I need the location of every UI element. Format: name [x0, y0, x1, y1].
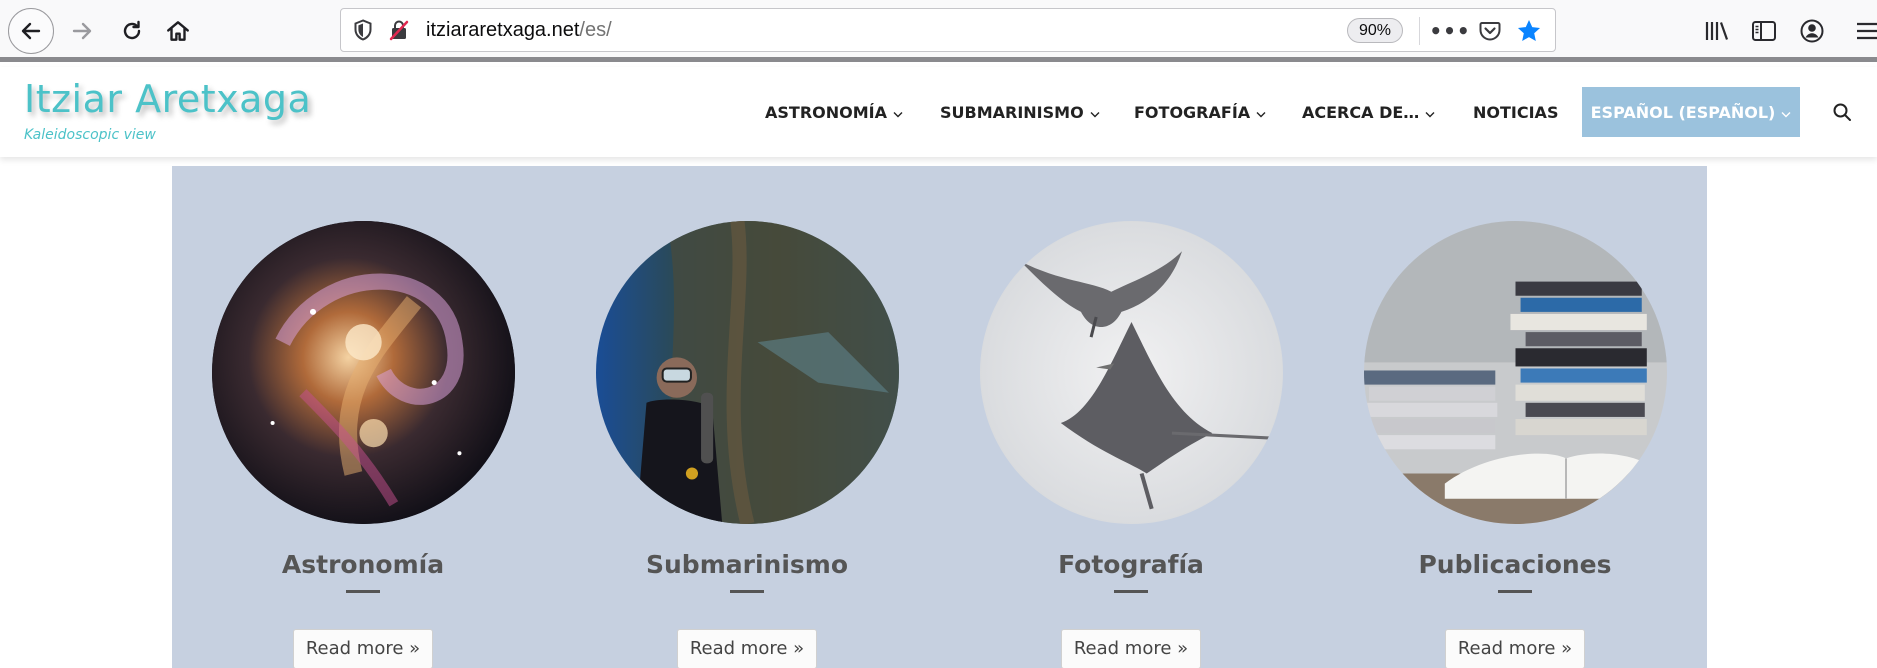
- forward-button[interactable]: [62, 11, 102, 51]
- read-more-button[interactable]: Read more »: [1445, 629, 1585, 668]
- card-title: Publicaciones: [1418, 550, 1612, 579]
- nav-item-noticias[interactable]: NOTICIAS: [1473, 87, 1558, 137]
- books-image[interactable]: [1364, 221, 1667, 524]
- arrow-left-icon: [21, 22, 41, 40]
- galaxy-image[interactable]: [212, 221, 515, 524]
- url-bar[interactable]: itziararetxaga.net/es/ 90% •••: [340, 8, 1556, 52]
- insecure-lock-icon[interactable]: [387, 18, 411, 42]
- site-tagline: Kaleidoscopic view: [24, 127, 156, 143]
- page-actions-button[interactable]: •••: [1429, 17, 1469, 45]
- chevron-down-icon: [1256, 103, 1266, 122]
- nav-item-acerca[interactable]: ACERCA DE…: [1302, 87, 1435, 137]
- hamburger-icon[interactable]: [1854, 14, 1877, 48]
- card-fotografia: Fotografía Read more »: [971, 166, 1291, 668]
- search-icon[interactable]: [1830, 100, 1854, 124]
- chevron-down-icon: [1090, 103, 1100, 122]
- site-logo[interactable]: Itziar Aretxaga: [24, 77, 311, 121]
- nav-item-label: ACERCA DE…: [1302, 102, 1420, 122]
- read-more-button[interactable]: Read more »: [1061, 629, 1201, 668]
- nav-item-astronomia[interactable]: ASTRONOMÍA: [765, 87, 903, 137]
- chevron-down-icon: [1781, 103, 1791, 122]
- card-divider: [346, 590, 380, 593]
- nav-item-label: FOTOGRAFÍA: [1134, 102, 1251, 122]
- content-panel: Astronomía Read more » Submarinismo Read…: [172, 166, 1707, 668]
- site-header: Itziar Aretxaga Kaleidoscopic view ASTRO…: [0, 67, 1877, 157]
- nav-item-label: NOTICIAS: [1473, 102, 1559, 122]
- card-divider: [1114, 590, 1148, 593]
- nav-item-submarinismo[interactable]: SUBMARINISMO: [940, 87, 1100, 137]
- zoom-indicator[interactable]: 90%: [1347, 18, 1403, 43]
- library-icon[interactable]: [1700, 14, 1734, 48]
- browser-toolbar: itziararetxaga.net/es/ 90% •••: [0, 0, 1877, 62]
- card-title: Fotografía: [1058, 550, 1204, 579]
- card-submarinismo: Submarinismo Read more »: [587, 166, 907, 668]
- back-button[interactable]: [8, 8, 54, 54]
- nav-item-label: SUBMARINISMO: [940, 102, 1084, 122]
- card-divider: [730, 590, 764, 593]
- card-divider: [1498, 590, 1532, 593]
- shield-icon[interactable]: [351, 18, 375, 42]
- nav-item-fotografia[interactable]: FOTOGRAFÍA: [1134, 87, 1266, 137]
- manta-ray-image[interactable]: [980, 221, 1283, 524]
- reload-icon: [123, 20, 141, 40]
- card-title: Astronomía: [281, 550, 445, 579]
- url-text[interactable]: itziararetxaga.net/es/: [426, 19, 612, 42]
- arrow-right-icon: [72, 22, 92, 40]
- home-button[interactable]: [158, 11, 198, 51]
- sidebar-icon[interactable]: [1747, 14, 1781, 48]
- url-domain: itziararetxaga.net: [426, 19, 580, 41]
- star-icon[interactable]: [1514, 17, 1544, 45]
- chevron-down-icon: [893, 103, 903, 122]
- url-bar-divider: [1419, 17, 1420, 45]
- card-title: Submarinismo: [646, 550, 848, 579]
- url-path: /es/: [579, 19, 612, 41]
- read-more-button[interactable]: Read more »: [293, 629, 433, 668]
- account-icon[interactable]: [1795, 14, 1829, 48]
- diver-image[interactable]: [596, 221, 899, 524]
- card-astronomia: Astronomía Read more »: [203, 166, 523, 668]
- language-switcher[interactable]: ESPAÑOL (ESPAÑOL): [1582, 87, 1800, 137]
- nav-item-label: ASTRONOMÍA: [765, 102, 887, 122]
- read-more-button[interactable]: Read more »: [677, 629, 817, 668]
- chevron-down-icon: [1425, 103, 1435, 122]
- pocket-icon[interactable]: [1475, 17, 1505, 45]
- card-publicaciones: Publicaciones Read more »: [1355, 166, 1675, 668]
- home-icon: [167, 21, 189, 41]
- language-label: ESPAÑOL (ESPAÑOL): [1590, 102, 1776, 122]
- reload-button[interactable]: [112, 11, 152, 51]
